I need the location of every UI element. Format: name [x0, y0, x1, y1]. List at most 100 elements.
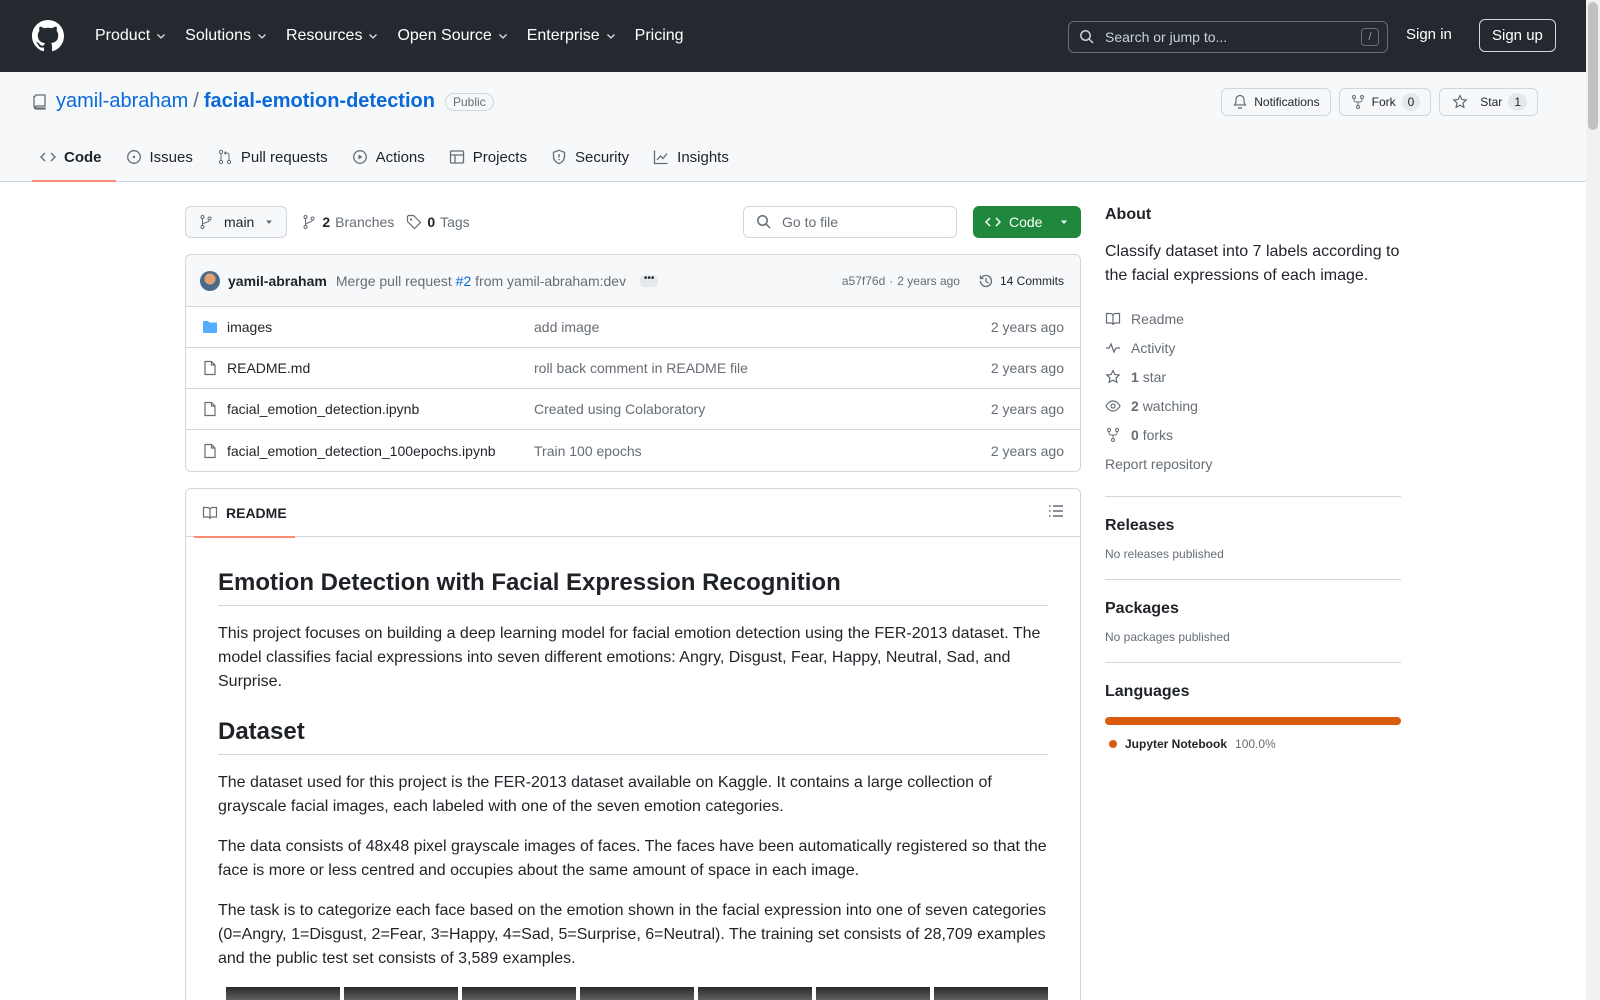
readme-paragraph: This project focuses on building a deep …	[218, 625, 1041, 690]
file-link[interactable]: images	[202, 319, 534, 335]
global-nav: Product Solutions Resources Open Source …	[86, 20, 693, 52]
star-count: 1	[1508, 93, 1527, 111]
language-bar	[1105, 717, 1401, 725]
packages-empty: No packages published	[1105, 630, 1230, 644]
language-percent: 100.0%	[1235, 737, 1276, 751]
readme-tab-label: README	[226, 504, 287, 521]
file-row[interactable]: facial_emotion_detection.ipynb Created u…	[186, 389, 1080, 430]
tab-code[interactable]: Code	[32, 133, 116, 182]
file-list: yamil-abraham Merge pull request #2 from…	[185, 254, 1081, 472]
nav-open-source-label: Open Source	[397, 27, 492, 44]
repo-title: yamil-abraham / facial-emotion-detection…	[32, 90, 494, 113]
file-commit-message[interactable]: roll back comment in README file	[534, 360, 991, 376]
commit-hash-link[interactable]: a57f76d	[842, 274, 885, 288]
commit-author-link[interactable]: yamil-abraham	[228, 273, 327, 289]
about-title: About	[1105, 206, 1152, 223]
star-button[interactable]: Star 1	[1439, 88, 1538, 116]
nav-enterprise[interactable]: Enterprise	[518, 20, 626, 52]
packages-title[interactable]: Packages	[1105, 600, 1401, 618]
readme-tab[interactable]: README	[194, 489, 295, 538]
outline-list-icon[interactable]	[1048, 503, 1064, 519]
readme-header: README	[186, 489, 1080, 538]
stars-link[interactable]: 1 star	[1105, 362, 1401, 391]
github-logo-icon[interactable]	[32, 20, 64, 52]
fork-button[interactable]: Fork 0	[1338, 88, 1432, 116]
readme-paragraph: The dataset used for this project is the…	[218, 774, 992, 815]
face-thumbnail	[698, 987, 812, 1000]
branch-name: main	[224, 214, 255, 230]
file-name: facial_emotion_detection_100epochs.ipynb	[227, 442, 496, 459]
forks-link[interactable]: 0 forks	[1105, 420, 1401, 449]
commit-pr-link[interactable]: #2	[456, 273, 472, 289]
file-commit-message[interactable]: Train 100 epochs	[534, 443, 991, 459]
file-row[interactable]: images add image 2 years ago	[186, 307, 1080, 348]
file-commit-message[interactable]: Created using Colaboratory	[534, 401, 991, 417]
file-link[interactable]: facial_emotion_detection_100epochs.ipynb	[202, 443, 534, 459]
readme-link[interactable]: Readme	[1105, 304, 1401, 333]
tab-insights[interactable]: Insights	[645, 133, 743, 181]
releases-title[interactable]: Releases	[1105, 517, 1401, 535]
avatar[interactable]	[200, 270, 220, 291]
language-item[interactable]: Jupyter Notebook 100.0%	[1105, 737, 1401, 751]
issue-icon	[126, 150, 141, 164]
readme-heading-dataset: Dataset	[218, 718, 1048, 755]
play-icon	[352, 150, 367, 164]
tab-actions[interactable]: Actions	[344, 133, 439, 181]
global-search-input[interactable]: Search or jump to... /	[1068, 21, 1388, 53]
file-link[interactable]: facial_emotion_detection.ipynb	[202, 401, 534, 417]
nav-open-source[interactable]: Open Source	[388, 20, 517, 52]
caret-down-icon	[1061, 220, 1067, 224]
branches-link[interactable]: 2 Branches	[301, 214, 394, 230]
code-dropdown-button[interactable]: Code	[973, 206, 1081, 238]
notifications-button[interactable]: Notifications	[1221, 88, 1331, 116]
activity-link-label: Activity	[1131, 339, 1176, 356]
chevron-down-icon	[258, 34, 266, 39]
nav-pricing[interactable]: Pricing	[626, 20, 693, 52]
watchers-link[interactable]: 2 watching	[1105, 391, 1401, 420]
expand-commit-message-button[interactable]: •••	[640, 273, 659, 287]
search-placeholder: Search or jump to...	[1105, 29, 1228, 45]
face-thumbnail	[580, 987, 694, 1000]
tags-link[interactable]: 0 Tags	[406, 214, 470, 230]
tab-pull-requests[interactable]: Pull requests	[209, 133, 342, 181]
visibility-badge: Public	[444, 92, 494, 111]
file-icon	[204, 401, 216, 417]
file-age: 2 years ago	[990, 401, 1064, 417]
file-row[interactable]: README.md roll back comment in README fi…	[186, 348, 1080, 389]
latest-commit: yamil-abraham Merge pull request #2 from…	[186, 255, 1080, 307]
tab-security[interactable]: Security	[543, 133, 643, 181]
go-to-file-input[interactable]: Go to file	[743, 206, 957, 238]
file-icon	[204, 443, 216, 458]
file-commit-message[interactable]: add image	[534, 319, 991, 335]
scrollbar-thumb[interactable]	[1588, 2, 1598, 130]
activity-link[interactable]: Activity	[1105, 333, 1401, 362]
table-icon	[449, 150, 464, 164]
commits-history-link[interactable]: 14 Commits	[978, 273, 1064, 289]
readme-heading-1: Emotion Detection with Facial Expression…	[218, 569, 1048, 606]
page-scrollbar[interactable]	[1586, 0, 1600, 1000]
language-color-dot	[1109, 740, 1117, 748]
nav-solutions[interactable]: Solutions	[176, 20, 277, 52]
tab-pull-requests-label: Pull requests	[240, 148, 328, 166]
nav-product[interactable]: Product	[86, 20, 176, 52]
caret-down-icon	[266, 220, 273, 224]
commit-meta: a57f76d · 2 years ago 14 Commits	[842, 273, 1064, 289]
tab-actions-label: Actions	[375, 148, 425, 166]
sign-up-button[interactable]: Sign up	[1479, 19, 1556, 52]
tab-projects[interactable]: Projects	[441, 133, 541, 181]
about-description: Classify dataset into 7 labels according…	[1105, 243, 1400, 284]
chevron-down-icon	[498, 34, 507, 39]
file-row[interactable]: facial_emotion_detection_100epochs.ipynb…	[186, 430, 1080, 471]
sign-in-link[interactable]: Sign in	[1406, 26, 1452, 43]
report-repository-link[interactable]: Report repository	[1105, 449, 1401, 478]
face-thumbnail	[344, 987, 458, 1000]
repo-owner-link[interactable]: yamil-abraham	[56, 90, 188, 113]
branch-selector[interactable]: main	[185, 206, 288, 238]
repo-name-link[interactable]: facial-emotion-detection	[204, 90, 435, 113]
nav-resources[interactable]: Resources	[277, 20, 388, 52]
file-link[interactable]: README.md	[202, 360, 534, 376]
languages-section: Languages Jupyter Notebook 100.0%	[1105, 662, 1401, 751]
tab-issues[interactable]: Issues	[118, 133, 207, 181]
forks-count: 0	[1131, 426, 1139, 443]
repo-actions: Notifications Fork 0 Star 1	[1221, 88, 1538, 116]
